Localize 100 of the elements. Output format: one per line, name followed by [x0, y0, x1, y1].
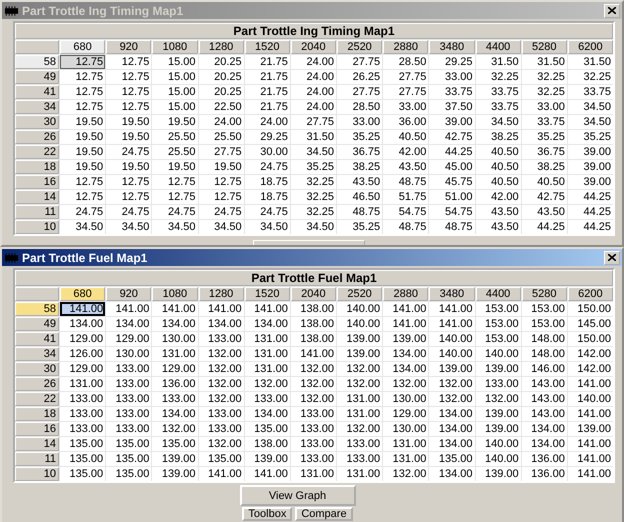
table-cell[interactable]: 24.75: [152, 205, 198, 219]
table-cell[interactable]: 148.00: [522, 347, 567, 361]
row-header[interactable]: 22: [15, 392, 59, 406]
table-cell[interactable]: 133.00: [337, 452, 382, 466]
row-header[interactable]: 49: [15, 317, 59, 331]
table-cell[interactable]: 132.00: [337, 377, 382, 391]
table-cell[interactable]: 139.00: [383, 332, 428, 346]
table-cell[interactable]: 34.50: [60, 220, 106, 234]
column-header[interactable]: 4400: [476, 287, 521, 301]
table-cell[interactable]: 138.00: [290, 332, 336, 346]
view-graph-button[interactable]: View Graph: [240, 485, 356, 506]
table-cell[interactable]: 131.00: [337, 407, 382, 421]
table-cell[interactable]: 132.00: [429, 377, 474, 391]
table-cell[interactable]: 131.00: [60, 377, 106, 391]
table-cell[interactable]: 36.75: [337, 145, 382, 159]
table-cell[interactable]: 133.00: [198, 332, 244, 346]
table-cell[interactable]: 131.00: [290, 467, 336, 481]
table-cell[interactable]: 134.00: [429, 467, 474, 481]
table-cell[interactable]: 132.00: [383, 377, 428, 391]
table-cell[interactable]: 21.75: [244, 100, 290, 114]
table-cell[interactable]: 135.00: [429, 452, 474, 466]
row-header[interactable]: 34: [15, 347, 59, 361]
table-cell[interactable]: 134.00: [244, 317, 290, 331]
table-cell[interactable]: 15.00: [152, 70, 198, 84]
table-cell[interactable]: 133.00: [152, 392, 198, 406]
table-cell[interactable]: 141.00: [429, 317, 474, 331]
table-cell[interactable]: 12.75: [106, 175, 152, 189]
table-cell[interactable]: 19.50: [60, 145, 106, 159]
table-cell[interactable]: 33.00: [522, 100, 567, 114]
table-cell[interactable]: 135.00: [244, 422, 290, 436]
column-header[interactable]: 920: [106, 287, 152, 301]
table-cell[interactable]: 133.00: [198, 407, 244, 421]
table-cell[interactable]: 40.50: [476, 175, 521, 189]
table-cell[interactable]: 136.00: [522, 467, 567, 481]
table-cell[interactable]: 33.75: [568, 85, 613, 99]
column-header[interactable]: 1520: [244, 287, 290, 301]
table-cell[interactable]: 132.00: [198, 392, 244, 406]
table-cell[interactable]: 40.50: [476, 160, 521, 174]
row-header[interactable]: 49: [15, 70, 59, 84]
table-cell[interactable]: 139.00: [476, 362, 521, 376]
column-header[interactable]: 1280: [198, 40, 244, 54]
table-cell[interactable]: 28.50: [337, 100, 382, 114]
corner-header[interactable]: [15, 40, 59, 54]
table-cell[interactable]: 12.75: [60, 175, 106, 189]
table-cell[interactable]: 142.00: [568, 362, 613, 376]
toolbar-button[interactable]: Toolbox: [242, 507, 292, 521]
row-header[interactable]: 14: [15, 190, 59, 204]
table-cell[interactable]: 139.00: [152, 452, 198, 466]
table-cell[interactable]: 143.00: [522, 377, 567, 391]
table-cell[interactable]: 32.25: [568, 70, 613, 84]
table-cell[interactable]: 133.00: [244, 392, 290, 406]
table-cell[interactable]: 141.00: [198, 302, 244, 316]
table-cell[interactable]: 18.75: [244, 175, 290, 189]
table-cell[interactable]: 43.50: [522, 205, 567, 219]
table-cell[interactable]: 45.75: [429, 175, 474, 189]
column-header[interactable]: 5280: [522, 287, 567, 301]
table-cell[interactable]: 34.50: [290, 220, 336, 234]
table-cell[interactable]: 34.50: [198, 220, 244, 234]
table-cell[interactable]: 20.25: [198, 55, 244, 69]
table-cell[interactable]: 26.25: [337, 70, 382, 84]
table-cell[interactable]: 33.75: [476, 85, 521, 99]
table-cell[interactable]: 34.50: [106, 220, 152, 234]
table-cell[interactable]: 131.00: [337, 467, 382, 481]
table-cell[interactable]: 19.50: [106, 160, 152, 174]
row-header[interactable]: 58: [15, 55, 59, 69]
row-header[interactable]: 41: [15, 332, 59, 346]
table-cell[interactable]: 48.75: [429, 220, 474, 234]
row-header[interactable]: 16: [15, 422, 59, 436]
table-cell[interactable]: 132.00: [337, 422, 382, 436]
table-cell[interactable]: 130.00: [106, 347, 152, 361]
table-cell[interactable]: 51.00: [429, 190, 474, 204]
table-cell[interactable]: 32.25: [290, 190, 336, 204]
table-cell[interactable]: 39.00: [429, 115, 474, 129]
table-cell[interactable]: 12.75: [60, 70, 106, 84]
table-cell[interactable]: 139.00: [244, 452, 290, 466]
table-cell[interactable]: 48.75: [337, 205, 382, 219]
row-header[interactable]: 30: [15, 362, 59, 376]
row-header[interactable]: 18: [15, 407, 59, 421]
table-cell[interactable]: 34.50: [244, 220, 290, 234]
row-header[interactable]: 26: [15, 130, 59, 144]
column-header[interactable]: 3480: [429, 40, 474, 54]
table-cell[interactable]: 138.00: [290, 302, 336, 316]
toolbar-button[interactable]: Compare: [295, 507, 353, 521]
table-cell[interactable]: 131.00: [152, 347, 198, 361]
table-cell[interactable]: 24.75: [244, 205, 290, 219]
table-cell[interactable]: 24.75: [244, 160, 290, 174]
row-header[interactable]: 14: [15, 437, 59, 451]
table-cell[interactable]: 134.00: [429, 437, 474, 451]
column-header[interactable]: 2880: [383, 287, 428, 301]
table-cell[interactable]: 134.00: [198, 317, 244, 331]
table-cell[interactable]: 38.25: [337, 160, 382, 174]
table-cell[interactable]: 141.00: [568, 437, 613, 451]
table-cell[interactable]: 132.00: [290, 392, 336, 406]
table-cell[interactable]: 150.00: [568, 332, 613, 346]
table-cell[interactable]: 134.00: [429, 422, 474, 436]
table-cell[interactable]: 12.75: [60, 190, 106, 204]
table-cell[interactable]: 139.00: [337, 332, 382, 346]
table-cell[interactable]: 27.75: [337, 85, 382, 99]
table-cell[interactable]: 132.00: [476, 392, 521, 406]
table-cell[interactable]: 143.00: [522, 392, 567, 406]
